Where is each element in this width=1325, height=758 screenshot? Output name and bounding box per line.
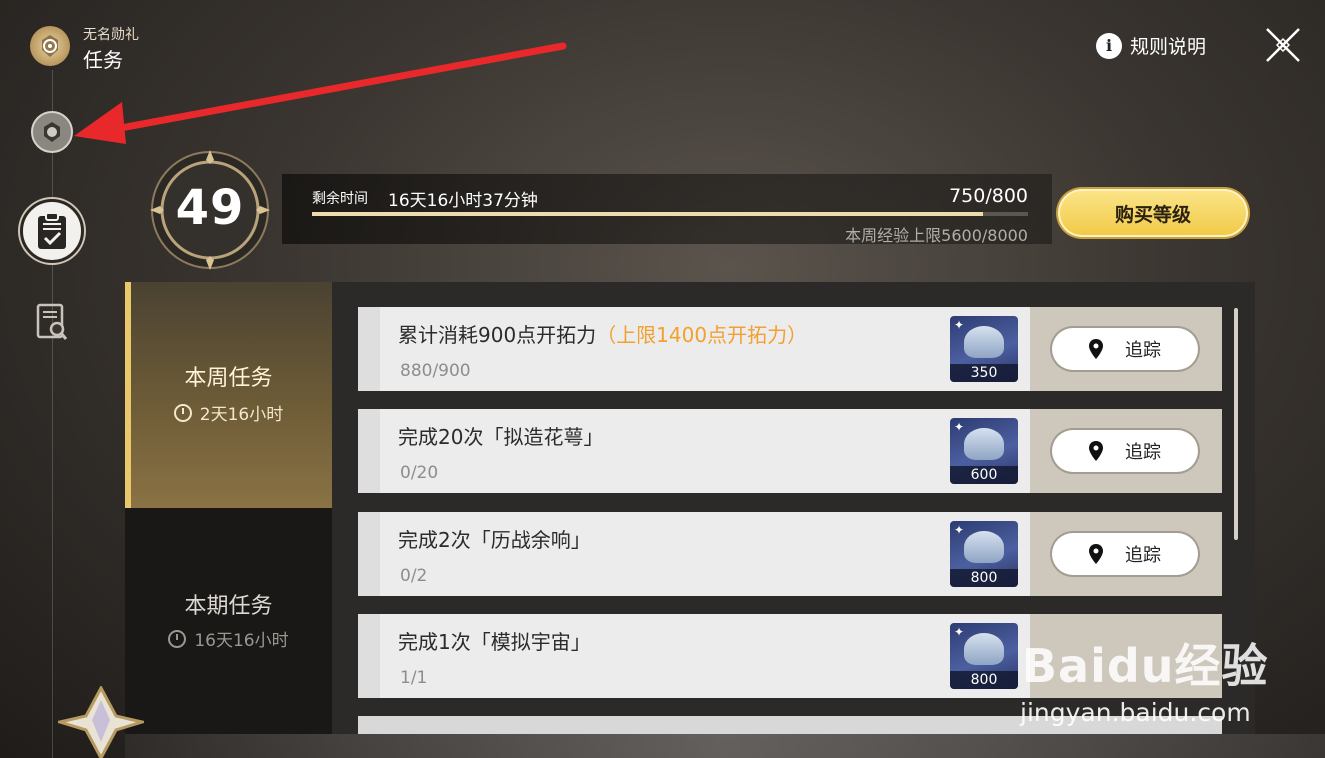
sidebar-rail-line — [52, 70, 53, 758]
sparkle-icon: ✦ — [954, 318, 965, 332]
tab-weekly-time-text: 2天16小时 — [199, 405, 284, 425]
task-row: 完成20次「拟造花萼」 0/20 ✦ 600 追踪 — [358, 409, 1222, 493]
exp-reward-icon — [964, 633, 1004, 665]
task-title: 完成2次「历战余响」 — [398, 528, 591, 552]
tab-period-time-text: 16天16小时 — [194, 631, 289, 651]
close-icon[interactable] — [1264, 26, 1302, 64]
location-pin-icon — [1089, 441, 1103, 461]
reward-item: ✦ 350 — [950, 316, 1018, 382]
location-pin-icon — [1089, 339, 1103, 359]
task-row-body: 完成20次「拟造花萼」 0/20 ✦ 600 — [358, 409, 1030, 493]
sidebar-tasks-button[interactable] — [20, 199, 84, 263]
exp-reward-icon — [964, 428, 1004, 460]
remaining-time-label: 剩余时间 — [312, 191, 368, 207]
tab-weekly-tasks[interactable] — [125, 282, 332, 508]
remaining-time-value: 16天16小时37分钟 — [388, 191, 538, 211]
track-button-label: 追踪 — [1125, 442, 1161, 463]
task-row: 累计消耗900点开拓力（上限1400点开拓力） 880/900 ✦ 350 追踪 — [358, 307, 1222, 391]
buy-level-button[interactable]: 购买等级 — [1058, 189, 1248, 237]
clipboard-check-icon — [38, 212, 66, 249]
task-row-body: 完成1次「模拟宇宙」 1/1 ✦ 800 — [358, 614, 1030, 698]
sparkle-icon: ✦ — [954, 420, 965, 434]
task-progress: 0/20 — [400, 463, 439, 483]
exp-reward-icon — [964, 326, 1004, 358]
reward-amount: 350 — [950, 364, 1018, 382]
task-title: 完成1次「模拟宇宙」 — [398, 630, 591, 654]
exp-value: 750/800 — [949, 185, 1028, 207]
tab-period-time: 16天16小时 — [125, 626, 332, 651]
track-button[interactable]: 追踪 — [1052, 533, 1198, 575]
rules-button[interactable]: i 规则说明 — [1096, 32, 1206, 59]
task-limit-note: （上限1400点开拓力） — [596, 323, 808, 347]
tab-period-label: 本期任务 — [184, 594, 273, 619]
task-row-body: 累计消耗900点开拓力（上限1400点开拓力） 880/900 ✦ 350 — [358, 307, 1030, 391]
red-arrow-annotation — [74, 42, 567, 144]
reward-amount: 600 — [950, 466, 1018, 484]
track-button[interactable]: 追踪 — [1052, 430, 1198, 472]
reward-item: ✦ 800 — [950, 521, 1018, 587]
baidu-watermark-logo: Baidu经验 — [1022, 639, 1269, 693]
bottom-edge-bar — [125, 734, 1325, 758]
baidu-watermark-url: jingyan.baidu.com — [1020, 698, 1251, 727]
clock-icon — [173, 403, 192, 422]
reward-amount: 800 — [950, 671, 1018, 689]
rules-label: 规则说明 — [1130, 36, 1207, 58]
task-progress: 880/900 — [400, 361, 471, 381]
clock-icon — [168, 629, 187, 648]
task-title: 累计消耗900点开拓力（上限1400点开拓力） — [398, 319, 807, 348]
info-icon: i — [1096, 32, 1122, 59]
track-button[interactable]: 追踪 — [1052, 328, 1198, 370]
reward-item: ✦ 800 — [950, 623, 1018, 689]
level-number: 49 — [175, 180, 245, 236]
task-row-body: 完成2次「历战余响」 0/2 ✦ 800 — [358, 512, 1030, 596]
sparkle-icon: ✦ — [954, 625, 965, 639]
tab-active-indicator — [125, 282, 131, 508]
sparkle-icon: ✦ — [954, 523, 965, 537]
task-progress: 1/1 — [400, 668, 428, 688]
reward-item: ✦ 600 — [950, 418, 1018, 484]
reward-amount: 800 — [950, 569, 1018, 587]
tab-period-tasks[interactable] — [125, 508, 332, 734]
task-title-text: 累计消耗900点开拓力 — [398, 323, 597, 347]
track-button-label: 追踪 — [1125, 545, 1161, 566]
task-progress: 0/2 — [400, 566, 428, 586]
task-row: 完成2次「历战余响」 0/2 ✦ 800 追踪 — [358, 512, 1222, 596]
task-list-scrollbar[interactable] — [1234, 308, 1238, 540]
location-pin-icon — [1089, 544, 1103, 564]
tab-weekly-time: 2天16小时 — [125, 400, 332, 425]
track-button-label: 追踪 — [1125, 340, 1161, 361]
task-title: 完成20次「拟造花萼」 — [398, 425, 604, 449]
exp-reward-icon — [964, 531, 1004, 563]
exp-progress-fill — [312, 212, 984, 216]
tab-weekly-label: 本周任务 — [184, 366, 273, 391]
sidebar-log-button[interactable] — [33, 300, 71, 344]
document-search-icon — [36, 303, 68, 340]
weekly-exp-cap: 本周经验上限5600/8000 — [845, 226, 1028, 245]
